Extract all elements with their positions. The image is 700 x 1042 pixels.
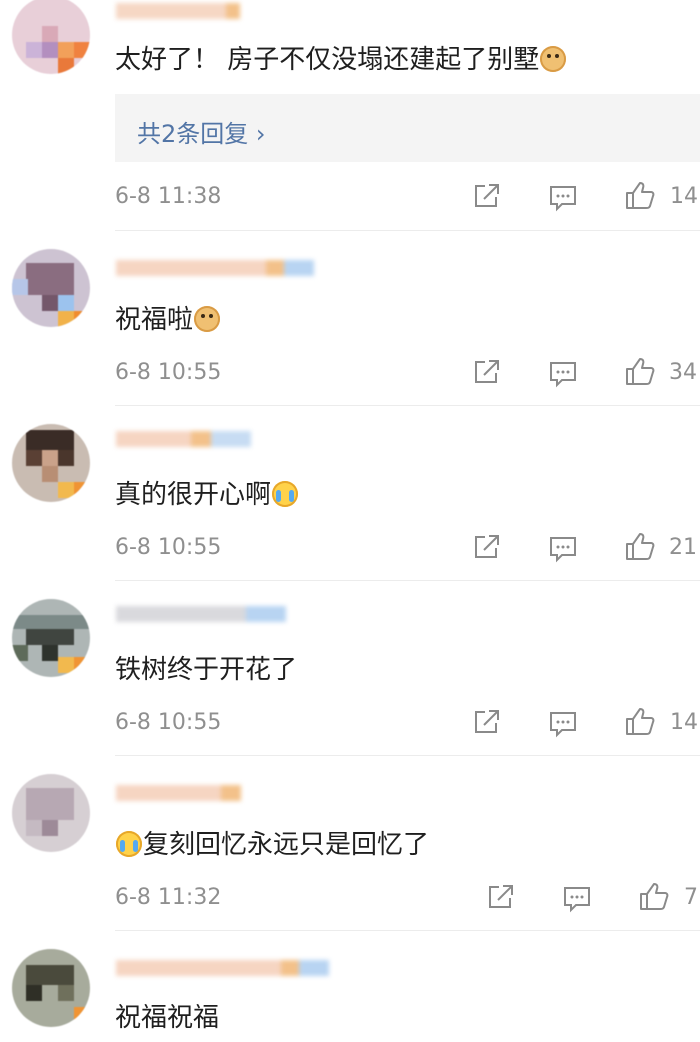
- reply-count-link[interactable]: 共2条回复 ›: [137, 114, 266, 149]
- like-count: 34: [669, 360, 697, 385]
- username-blurred[interactable]: [116, 0, 266, 22]
- username-blurred[interactable]: [116, 428, 266, 450]
- comment-time: 6-8 11:38: [115, 184, 222, 209]
- comment-time: 6-8 10:55: [115, 710, 222, 735]
- divider: [115, 930, 700, 931]
- comment-text-body: 铁树终于开花了: [115, 655, 298, 685]
- avatar[interactable]: [12, 424, 90, 502]
- doge-emoji: [194, 306, 221, 332]
- comment-text-body: 祝福啦: [115, 305, 194, 335]
- reply-summary[interactable]: 共2条回复 ›: [115, 94, 700, 162]
- comment-icon[interactable]: [548, 184, 578, 212]
- like-count: 21: [669, 535, 697, 560]
- crying-emoji: [116, 831, 142, 857]
- comment-icon[interactable]: [548, 710, 578, 738]
- comment-text: 复刻回忆永远只是回忆了: [115, 829, 429, 861]
- username-blurred[interactable]: [116, 603, 296, 625]
- avatar[interactable]: [12, 249, 90, 327]
- like-count: 7: [684, 885, 698, 910]
- thumbs-up-icon[interactable]: [638, 881, 670, 911]
- comment-time: 6-8 11:32: [115, 885, 222, 910]
- comment-text-body: 真的很开心啊: [115, 480, 272, 510]
- share-icon[interactable]: [472, 708, 502, 736]
- doge-emoji: [540, 46, 567, 72]
- username-blurred[interactable]: [116, 257, 336, 279]
- comment-time: 6-8 10:55: [115, 360, 222, 385]
- share-icon[interactable]: [472, 358, 502, 386]
- divider: [115, 230, 700, 231]
- share-icon[interactable]: [472, 533, 502, 561]
- comment-text-body: 祝福祝福: [115, 1003, 220, 1033]
- divider: [115, 580, 700, 581]
- like-count: 14: [670, 710, 698, 735]
- username-blurred[interactable]: [116, 957, 346, 979]
- thumbs-up-icon[interactable]: [624, 706, 656, 736]
- comment-icon[interactable]: [548, 360, 578, 388]
- avatar[interactable]: [12, 774, 90, 852]
- thumbs-up-icon[interactable]: [624, 180, 656, 210]
- thumbs-up-icon[interactable]: [624, 356, 656, 386]
- divider: [115, 755, 700, 756]
- avatar[interactable]: [12, 599, 90, 677]
- thumbs-up-icon[interactable]: [624, 531, 656, 561]
- share-icon[interactable]: [486, 883, 516, 911]
- username-blurred[interactable]: [116, 782, 266, 804]
- like-count: 14: [670, 184, 698, 209]
- comment-time: 6-8 10:55: [115, 535, 222, 560]
- avatar[interactable]: [12, 0, 90, 74]
- comment-text: 铁树终于开花了: [115, 654, 297, 686]
- comment-text: 祝福祝福: [115, 1002, 219, 1034]
- comment-text-body: 太好了！ 房子不仅没塌还建起了别墅: [115, 45, 540, 75]
- comment-text: 祝福啦: [115, 304, 221, 336]
- share-icon[interactable]: [472, 182, 502, 210]
- avatar[interactable]: [12, 949, 90, 1027]
- comment-text: 真的很开心啊: [115, 479, 299, 511]
- crying-emoji: [272, 481, 299, 507]
- comment-text: 太好了！ 房子不仅没塌还建起了别墅: [115, 44, 567, 76]
- comment-icon[interactable]: [548, 535, 578, 563]
- comment-icon[interactable]: [562, 885, 592, 913]
- divider: [115, 405, 700, 406]
- comment-text-body: 复刻回忆永远只是回忆了: [143, 830, 430, 860]
